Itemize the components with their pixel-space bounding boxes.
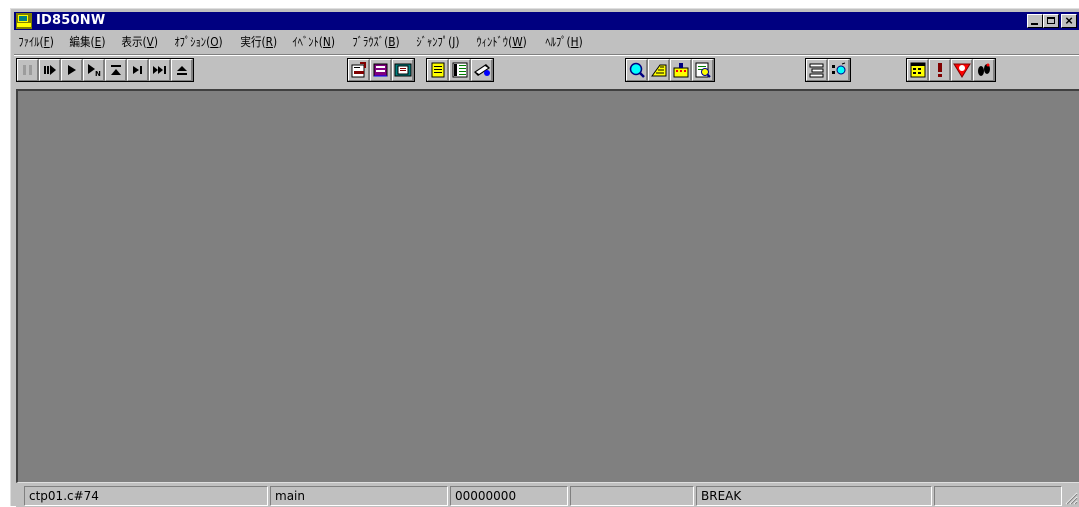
stop-sign-icon bbox=[952, 63, 971, 78]
status-function: main bbox=[270, 486, 448, 506]
menu-item-r[interactable]: 実行(R) bbox=[236, 33, 282, 51]
watch-button[interactable] bbox=[626, 59, 648, 81]
project-icon bbox=[394, 63, 411, 77]
next-over-button[interactable] bbox=[149, 59, 171, 81]
menu-bar: ﾌｧｲﾙ(F) 編集(E) 表示(V) ｵﾌﾟｼｮﾝ(O) 実行(R) ｲﾍﾞﾝﾄ(N) ﾌ… bbox=[14, 32, 1079, 52]
event-manager-icon bbox=[910, 62, 925, 78]
menu-item-n[interactable]: ｲﾍﾞﾝﾄ(N) bbox=[288, 33, 339, 51]
sfr-icon bbox=[695, 62, 711, 78]
stop-sign-button[interactable] bbox=[951, 59, 973, 81]
stack-button[interactable] bbox=[806, 59, 828, 81]
go-button[interactable] bbox=[61, 59, 83, 81]
download-icon bbox=[351, 62, 366, 78]
footprint-icon bbox=[977, 63, 990, 76]
file-toolbar-group bbox=[347, 58, 415, 82]
stop-button[interactable] bbox=[17, 59, 39, 81]
status-pane-empty-2 bbox=[934, 486, 1062, 506]
toolbar: N bbox=[16, 57, 1079, 87]
event-toolbar-group bbox=[906, 58, 996, 82]
toolbar-divider bbox=[14, 54, 1079, 56]
menu-item-o[interactable]: ｵﾌﾟｼｮﾝ(O) bbox=[170, 33, 227, 51]
memory-icon bbox=[673, 63, 688, 78]
register-icon bbox=[650, 64, 666, 77]
view-toolbar-group-2 bbox=[625, 58, 715, 82]
break-point-button[interactable] bbox=[929, 59, 951, 81]
assemble-window-button[interactable] bbox=[449, 59, 471, 81]
assemble-window-icon bbox=[452, 62, 467, 78]
menu-item-f[interactable]: ﾌｧｲﾙ(F) bbox=[14, 33, 58, 51]
view-toolbar-group-1 bbox=[426, 58, 494, 82]
return-out-button[interactable] bbox=[105, 59, 127, 81]
stop-icon bbox=[22, 65, 32, 75]
footprint-button[interactable] bbox=[973, 59, 995, 81]
menu-item-w[interactable]: ｳｨﾝﾄﾞｳ(W) bbox=[472, 33, 531, 51]
close-icon: × bbox=[1065, 13, 1073, 28]
eject-button[interactable] bbox=[171, 59, 193, 81]
project-button[interactable] bbox=[392, 59, 414, 81]
title-bar[interactable]: ID850NW × bbox=[14, 12, 1079, 30]
sfr-button[interactable] bbox=[692, 59, 714, 81]
menu-item-v[interactable]: 表示(V) bbox=[117, 33, 162, 51]
menu-item-b[interactable]: ﾌﾞﾗｳｽﾞ(B) bbox=[348, 33, 404, 51]
download-button[interactable] bbox=[348, 59, 370, 81]
window-controls: × bbox=[1027, 13, 1077, 28]
status-source-location: ctp01.c#74 bbox=[24, 486, 268, 506]
register-button[interactable] bbox=[648, 59, 670, 81]
resize-grip-icon[interactable] bbox=[1064, 491, 1078, 505]
memory-button[interactable] bbox=[670, 59, 692, 81]
status-address: 00000000 bbox=[450, 486, 568, 506]
status-bar: ctp01.c#74 main 00000000 BREAK bbox=[16, 486, 1079, 507]
return-out-icon bbox=[110, 65, 121, 75]
minimize-icon bbox=[1031, 23, 1038, 25]
break-point-icon bbox=[937, 63, 942, 77]
go-n-button[interactable]: N bbox=[83, 59, 105, 81]
maximize-icon bbox=[1047, 17, 1055, 24]
view-toolbar-group-3 bbox=[805, 58, 851, 82]
go-icon bbox=[67, 65, 76, 75]
step-in-icon bbox=[132, 66, 142, 74]
watch-icon bbox=[629, 62, 645, 78]
app-icon[interactable] bbox=[16, 13, 32, 29]
menu-item-h[interactable]: ﾍﾙﾌﾟ(H) bbox=[541, 33, 587, 51]
upload-button[interactable] bbox=[370, 59, 392, 81]
step-in-button[interactable] bbox=[127, 59, 149, 81]
source-window-icon bbox=[431, 62, 444, 78]
execution-toolbar-group: N bbox=[16, 58, 194, 82]
main-window: ID850NW × ﾌｧｲﾙ(F) 編集(E) 表示(V) ｵﾌﾟｼｮﾝ(O) 実行(R… bbox=[10, 8, 1079, 507]
maximize-button[interactable] bbox=[1043, 14, 1059, 28]
next-over-icon bbox=[152, 66, 166, 74]
trace-button[interactable] bbox=[471, 59, 493, 81]
event-manager-button[interactable] bbox=[907, 59, 929, 81]
svg-text:N: N bbox=[95, 70, 101, 76]
eject-icon bbox=[176, 66, 187, 75]
source-window-button[interactable] bbox=[427, 59, 449, 81]
upload-icon bbox=[373, 63, 387, 77]
minimize-button[interactable] bbox=[1027, 14, 1043, 28]
close-button[interactable]: × bbox=[1061, 13, 1077, 28]
menu-item-j[interactable]: ｼﾞｬﾝﾌﾟ(J) bbox=[412, 33, 464, 51]
window-title: ID850NW bbox=[36, 13, 106, 28]
restart-icon bbox=[43, 65, 56, 75]
trace-icon bbox=[473, 64, 490, 76]
menu-item-e[interactable]: 編集(E) bbox=[65, 33, 110, 51]
status-execution-state: BREAK bbox=[696, 486, 932, 506]
mdi-client-area[interactable] bbox=[16, 89, 1079, 483]
local-variable-button[interactable] bbox=[828, 59, 850, 81]
go-n-icon: N bbox=[87, 64, 101, 76]
status-pane-empty-1 bbox=[570, 486, 694, 506]
restart-button[interactable] bbox=[39, 59, 61, 81]
local-variable-icon bbox=[831, 62, 845, 75]
stack-icon bbox=[809, 63, 823, 78]
